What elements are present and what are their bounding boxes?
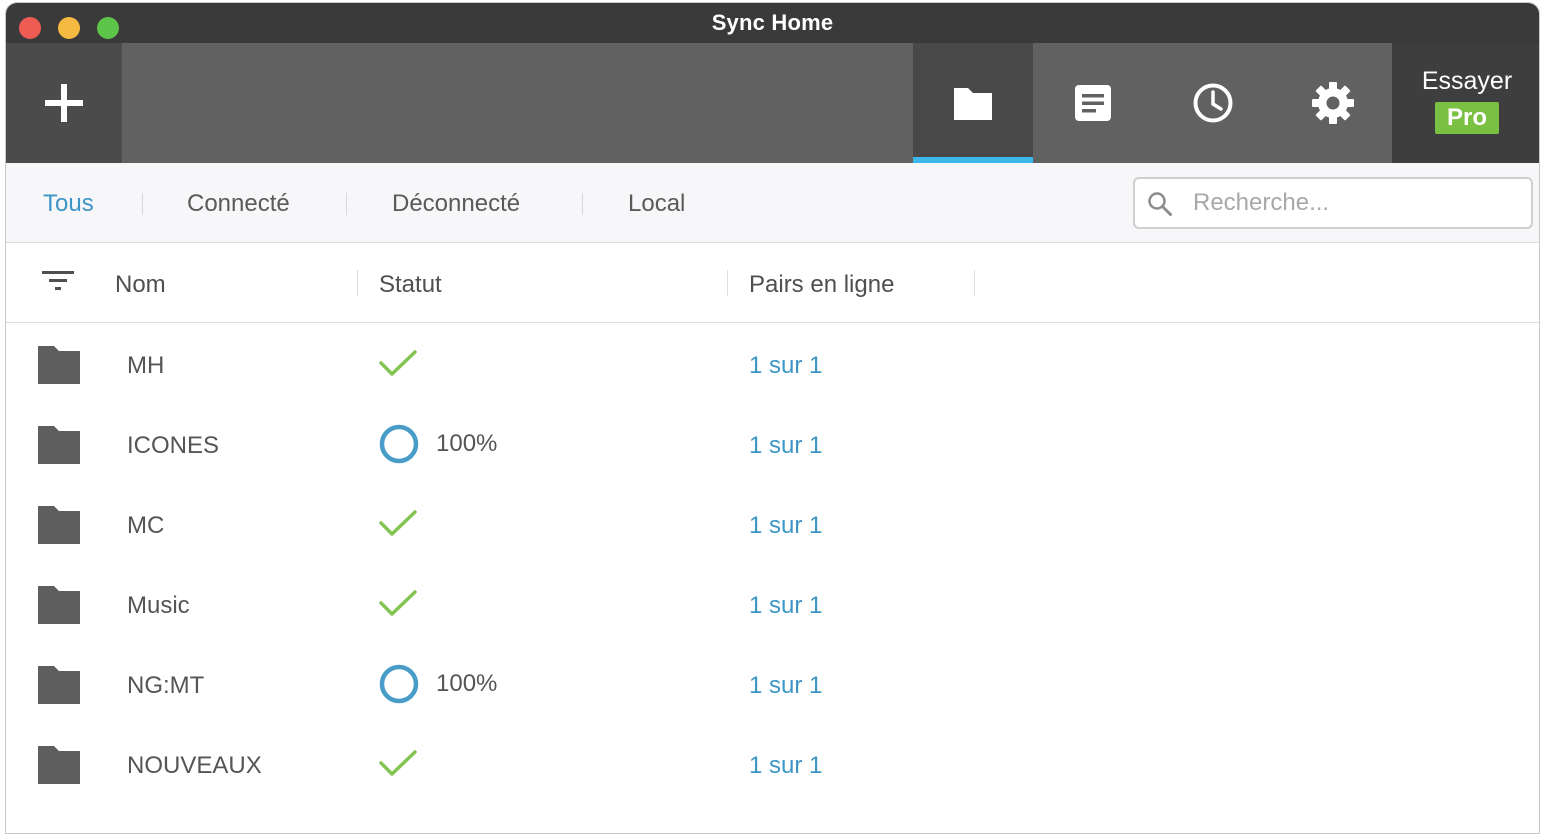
folder-name: ICONES: [127, 432, 220, 459]
plus-icon: [45, 84, 83, 122]
folder-name: MC: [127, 512, 165, 539]
status-cell: 100%: [378, 662, 497, 706]
status-cell: [378, 742, 418, 786]
sync-percentage: 100%: [436, 430, 498, 457]
sort-filter-icon[interactable]: [42, 269, 74, 295]
tab-settings[interactable]: [1273, 43, 1393, 163]
pro-badge: Pro: [1434, 101, 1499, 134]
filter-separator: [582, 193, 583, 215]
filter-tab-connected[interactable]: Connecté: [187, 163, 290, 243]
table-row[interactable]: NG:MT 100% 1 sur 1: [6, 644, 1539, 724]
sync-progress-icon: [379, 424, 419, 464]
column-header-status[interactable]: Statut: [379, 243, 442, 327]
peers-online[interactable]: 1 sur 1: [749, 324, 822, 408]
table-header: Nom Statut Pairs en ligne: [6, 243, 1539, 323]
column-separator: [727, 270, 728, 296]
checkmark-icon: [379, 590, 417, 616]
tab-folders[interactable]: [913, 43, 1033, 163]
window-title: Sync Home: [711, 10, 834, 35]
search-input[interactable]: [1193, 179, 1513, 227]
peers-online[interactable]: 1 sur 1: [749, 564, 822, 648]
checkmark-icon: [379, 750, 417, 776]
table-row[interactable]: NOUVEAUX 1 sur 1: [6, 724, 1539, 804]
try-pro-button[interactable]: Essayer Pro: [1392, 43, 1539, 163]
try-pro-label: Essayer: [1421, 66, 1513, 95]
folder-icon: [38, 346, 80, 384]
tab-history[interactable]: [1033, 43, 1153, 163]
table-row[interactable]: Music 1 sur 1: [6, 564, 1539, 644]
status-cell: [378, 342, 418, 386]
filter-tab-all[interactable]: Tous: [43, 163, 94, 243]
table-row[interactable]: MC 1 sur 1: [6, 484, 1539, 564]
status-cell: [378, 502, 418, 546]
checkmark-icon: [379, 510, 417, 536]
sync-percentage: 100%: [436, 670, 498, 697]
peers-online[interactable]: 1 sur 1: [749, 404, 822, 488]
peers-online[interactable]: 1 sur 1: [749, 724, 822, 808]
column-separator: [357, 270, 358, 296]
minimize-window-button[interactable]: [58, 17, 80, 39]
close-window-button[interactable]: [19, 17, 41, 39]
column-header-peers[interactable]: Pairs en ligne: [749, 243, 894, 327]
tab-schedule[interactable]: [1153, 43, 1273, 163]
table-row[interactable]: MH 1 sur 1: [6, 324, 1539, 404]
add-folder-button[interactable]: [6, 43, 122, 163]
folder-icon: [38, 746, 80, 784]
folder-icon: [38, 506, 80, 544]
folder-icon: [38, 586, 80, 624]
folder-name: Music: [127, 592, 190, 619]
maximize-window-button[interactable]: [97, 17, 119, 39]
filter-tab-local[interactable]: Local: [628, 163, 685, 243]
app-window: Sync Home Essayer Pro Tous Connecté Déco…: [5, 2, 1540, 834]
clock-icon: [1193, 83, 1233, 123]
window-controls: [19, 17, 119, 39]
checkmark-icon: [379, 350, 417, 376]
column-header-name[interactable]: Nom: [115, 243, 166, 327]
filter-separator: [142, 193, 143, 215]
folder-icon: [954, 88, 992, 120]
filter-bar: Tous Connecté Déconnecté Local: [6, 163, 1539, 243]
status-cell: [378, 582, 418, 626]
search-icon: [1148, 192, 1172, 216]
column-separator: [974, 270, 975, 296]
filter-separator: [346, 193, 347, 215]
table-row[interactable]: ICONES 100% 1 sur 1: [6, 404, 1539, 484]
title-bar: Sync Home: [6, 3, 1539, 43]
document-icon: [1075, 85, 1111, 121]
gear-icon: [1312, 82, 1354, 124]
sync-progress-icon: [379, 664, 419, 704]
peers-online[interactable]: 1 sur 1: [749, 644, 822, 728]
folder-name: MH: [127, 352, 165, 379]
folder-icon: [38, 666, 80, 704]
folder-name: NG:MT: [127, 672, 205, 699]
folder-name: NOUVEAUX: [127, 752, 262, 779]
toolbar: Essayer Pro: [6, 43, 1539, 163]
folder-icon: [38, 426, 80, 464]
peers-online[interactable]: 1 sur 1: [749, 484, 822, 568]
search-box: [1133, 177, 1533, 229]
filter-tab-disconnected[interactable]: Déconnecté: [392, 163, 520, 243]
status-cell: 100%: [378, 422, 497, 466]
folder-list: MH 1 sur 1 ICONES 100% 1 sur 1 MC 1 sur …: [6, 324, 1539, 804]
